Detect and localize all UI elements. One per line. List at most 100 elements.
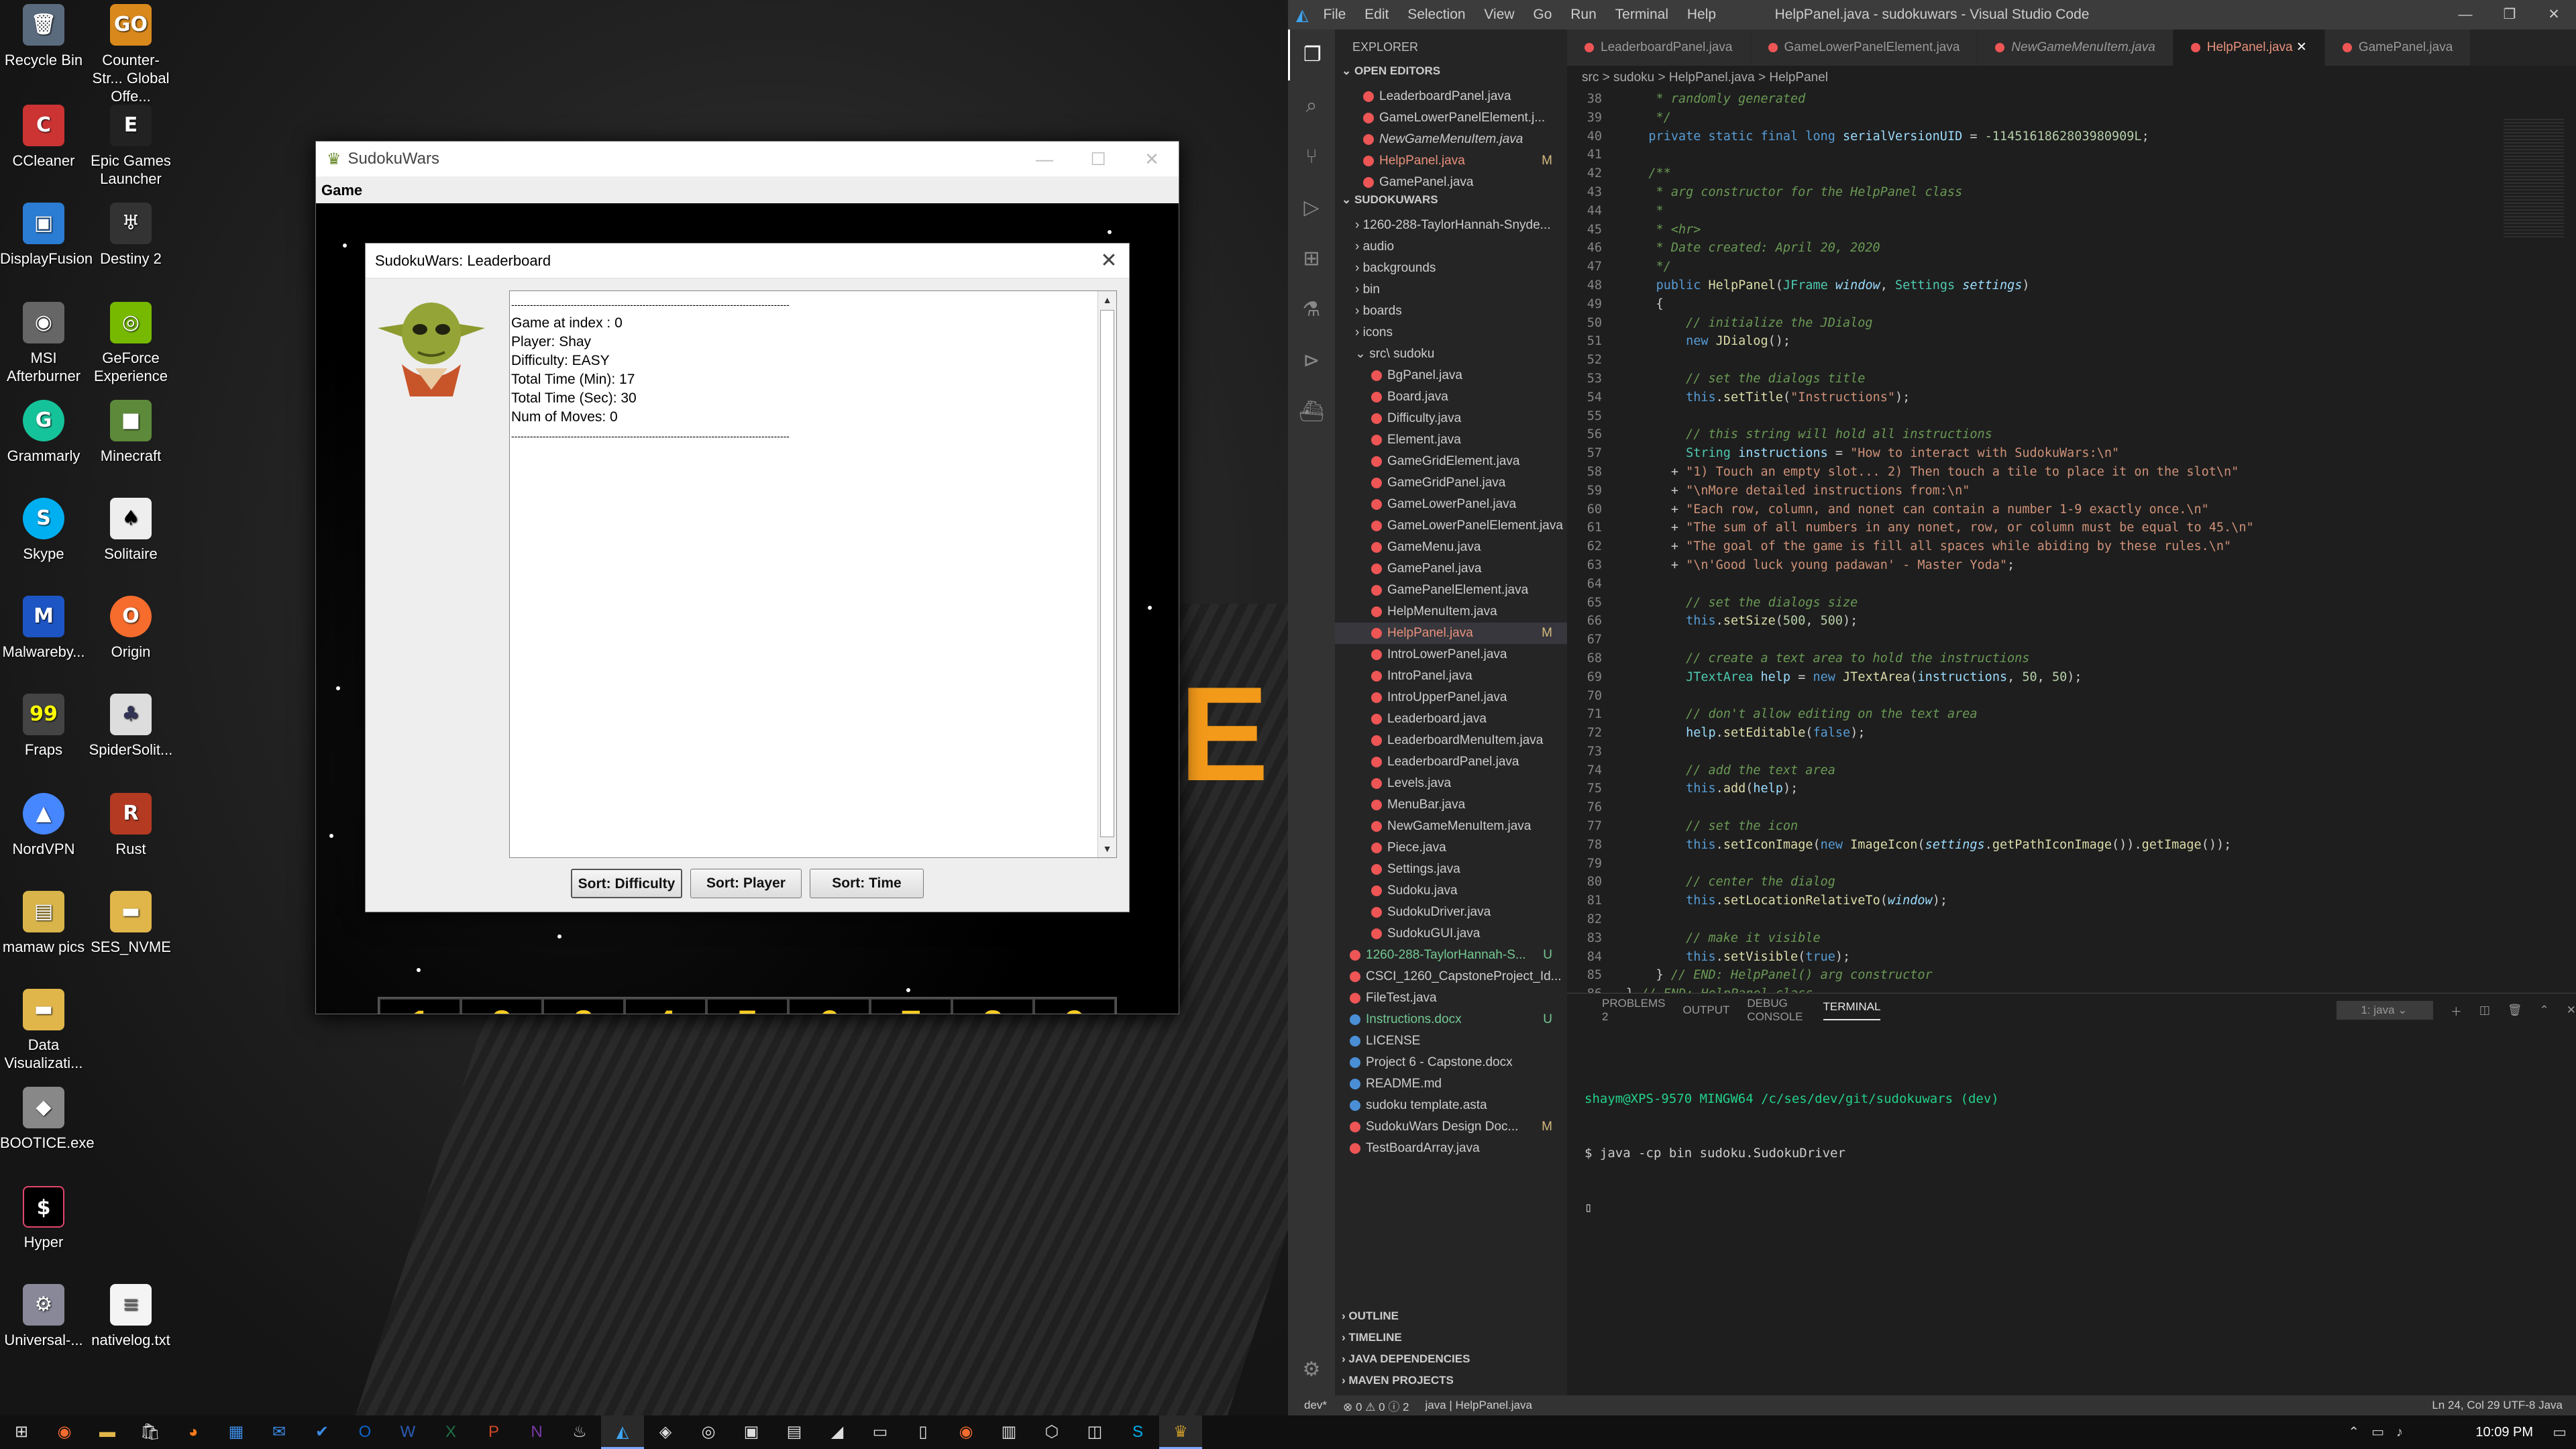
explorer-tree-item[interactable]: LICENSE [1335, 1030, 1567, 1052]
game-window-titlebar[interactable]: ♛ SudokuWars — ☐ ✕ [316, 142, 1179, 176]
explorer-tree-item[interactable]: › 1260-288-TaylorHannah-Snyde... [1335, 215, 1567, 236]
explorer-tree-item[interactable]: Levels.java [1335, 773, 1567, 794]
git-icon[interactable]: ◈ [644, 1415, 687, 1449]
desktop-icon-mamaw-pics[interactable]: ▤ mamaw pics [0, 891, 87, 956]
desktop-icon-data-visualization[interactable]: ▬ Data Visualizati... [0, 989, 87, 1072]
tab-terminal[interactable]: TERMINAL [1823, 1000, 1881, 1020]
explorer-tree-item[interactable]: HelpMenuItem.java [1335, 601, 1567, 623]
skype-taskbar-icon[interactable]: S [1116, 1415, 1159, 1449]
minimap[interactable] [2504, 117, 2564, 237]
close-icon[interactable]: ✕ [2296, 40, 2307, 54]
cursor-position[interactable]: Ln 24, Col 29 UTF-8 Java [2432, 1399, 2563, 1412]
app-icon[interactable]: ⬡ [1030, 1415, 1073, 1449]
explorer-tree-item[interactable]: MenuBar.java [1335, 794, 1567, 816]
explorer-tree-item[interactable]: ⌄ src\ sudoku [1335, 343, 1567, 365]
explorer-tree-item[interactable]: SudokuDriver.java [1335, 902, 1567, 923]
vertical-scrollbar[interactable]: ▲ ▼ [1097, 291, 1116, 857]
extensions-icon[interactable]: ⊞ [1288, 233, 1335, 284]
outline-section[interactable]: › OUTLINE [1335, 1309, 1567, 1331]
file-explorer-icon[interactable]: ▬ [86, 1415, 129, 1449]
split-terminal-icon[interactable]: ◫ [2479, 1004, 2490, 1017]
timeline-section[interactable]: › TIMELINE [1335, 1331, 1567, 1352]
sort-time-button[interactable]: Sort: Time [810, 869, 924, 898]
vscode-taskbar-icon[interactable]: ◭ [601, 1415, 644, 1449]
desktop-icon-spider-solitaire[interactable]: ♣ SpiderSolit... [87, 694, 174, 759]
terminal-icon[interactable]: ▯ [902, 1415, 945, 1449]
explorer-tree-item[interactable]: Element.java [1335, 429, 1567, 451]
desktop-icon-ses-nvme[interactable]: ▬ SES_NVME [87, 891, 174, 956]
explorer-tree-item[interactable]: LeaderboardPanel.java [1335, 751, 1567, 773]
desktop-icon-grammarly[interactable]: G Grammarly [0, 400, 87, 465]
explorer-tree-item[interactable]: IntroUpperPanel.java [1335, 687, 1567, 708]
tab-debug-console[interactable]: DEBUG CONSOLE [1747, 997, 1805, 1024]
desktop-icon-geforce[interactable]: ◎ GeForce Experience [87, 302, 174, 385]
explorer-tree-item[interactable]: Project 6 - Capstone.docx [1335, 1052, 1567, 1073]
open-editor-item[interactable]: GameLowerPanelElement.j... [1335, 107, 1567, 129]
word-icon[interactable]: W [386, 1415, 429, 1449]
maximize-button[interactable]: ☐ [1071, 149, 1125, 170]
menu-go[interactable]: Go [1533, 7, 1552, 22]
desktop-icon-fraps[interactable]: 99 Fraps [0, 694, 87, 759]
java-status[interactable]: java | HelpPanel.java [1426, 1399, 1532, 1412]
explorer-tree-item[interactable]: Leaderboard.java [1335, 708, 1567, 730]
desktop-icon-ccleaner[interactable]: C CCleaner [0, 105, 87, 170]
explorer-tree-item[interactable]: Instructions.docx U [1335, 1009, 1567, 1030]
game-menu[interactable]: Game [321, 182, 362, 199]
desktop-icon-origin[interactable]: O Origin [87, 596, 174, 661]
source-control-icon[interactable]: ⑂ [1288, 131, 1335, 182]
desktop-icon-msi-afterburner[interactable]: ◉ MSI Afterburner [0, 302, 87, 385]
explorer-tree-item[interactable]: GameGridElement.java [1335, 451, 1567, 472]
open-editors-section[interactable]: ⌄ OPEN EDITORS [1335, 64, 1567, 86]
maven-projects-section[interactable]: › MAVEN PROJECTS [1335, 1374, 1567, 1395]
add-terminal-icon[interactable]: ＋ [2451, 1002, 2462, 1019]
desktop-icon-solitaire[interactable]: ♠ Solitaire [87, 498, 174, 563]
explorer-tree-item[interactable]: Board.java [1335, 386, 1567, 408]
chrome-icon[interactable]: ◎ [687, 1415, 730, 1449]
explorer-tree-item[interactable]: SudokuWars Design Doc... M [1335, 1116, 1567, 1138]
tab-newgamemenuitem[interactable]: NewGameMenuItem.java [1978, 30, 2174, 66]
explorer-tree-item[interactable]: CSCI_1260_CapstoneProject_Id... [1335, 966, 1567, 987]
open-editor-item[interactable]: GamePanel.java [1335, 172, 1567, 193]
explorer-tree-item[interactable]: Sudoku.java [1335, 880, 1567, 902]
explorer-tree-item[interactable]: README.md [1335, 1073, 1567, 1095]
trash-icon[interactable]: 🗑 [2508, 1004, 2522, 1017]
explorer-tree-item[interactable]: Difficulty.java [1335, 408, 1567, 429]
testing-icon[interactable]: ⚗ [1288, 284, 1335, 335]
tab-gamepanel[interactable]: GamePanel.java [2324, 30, 2471, 66]
explorer-tree-item[interactable]: › bin [1335, 279, 1567, 301]
docker-icon[interactable]: ⛴ [1288, 386, 1335, 437]
tab-output[interactable]: OUTPUT [1682, 1004, 1729, 1017]
open-editor-item-active[interactable]: HelpPanel.java M [1335, 150, 1567, 172]
git-branch[interactable]: dev* [1304, 1399, 1327, 1412]
explorer-tree-item[interactable]: IntroPanel.java [1335, 665, 1567, 687]
menu-run[interactable]: Run [1570, 7, 1597, 22]
desktop-icon-minecraft[interactable]: ■ Minecraft [87, 400, 174, 465]
java-dependencies-section[interactable]: › JAVA DEPENDENCIES [1335, 1352, 1567, 1374]
settings-gear-icon[interactable]: ⚙ [1288, 1344, 1335, 1395]
app-icon[interactable]: ◫ [1073, 1415, 1116, 1449]
terminal-output[interactable]: shaym@XPS-9570 MINGW64 /c/ses/dev/git/su… [1585, 1054, 1999, 1253]
desktop-icon-destiny-2[interactable]: ♅ Destiny 2 [87, 203, 174, 268]
code-view[interactable]: 38 * randomly generated 39 */ 40 private… [1567, 90, 2506, 1004]
desktop-icon-bootice[interactable]: ◆ BOOTICE.exe [0, 1087, 95, 1152]
minimize-button[interactable]: — [1018, 149, 1071, 170]
number-7[interactable]: 7 [870, 998, 952, 1014]
origin-taskbar-icon[interactable]: ◉ [43, 1415, 86, 1449]
remote-icon[interactable]: ⊳ [1288, 335, 1335, 386]
explorer-tree-item[interactable]: › backgrounds [1335, 258, 1567, 279]
leaderboard-textarea[interactable]: ----------------------------------------… [509, 290, 1117, 858]
start-icon[interactable]: ⊞ [0, 1415, 43, 1449]
scroll-down-arrow-icon[interactable]: ▼ [1098, 840, 1116, 857]
problems-status[interactable]: ⊗ 0 ⚠ 0 ⓘ 2 [1343, 1397, 1409, 1414]
sudokuwars-taskbar-icon[interactable]: ♛ [1159, 1415, 1202, 1449]
explorer-tree-item[interactable]: TestBoardArray.java [1335, 1138, 1567, 1159]
desktop-icon-csgo[interactable]: GO Counter-Str... Global Offe... [87, 4, 174, 105]
excel-icon[interactable]: X [429, 1415, 472, 1449]
number-8[interactable]: 8 [952, 998, 1034, 1014]
vscode-close-button[interactable]: ✕ [2532, 0, 2576, 30]
project-section[interactable]: ⌄ SUDOKUWARS [1335, 193, 1567, 215]
explorer-tree-item[interactable]: 1260-288-TaylorHannah-S... U [1335, 945, 1567, 966]
explorer-tree-item[interactable]: › audio [1335, 236, 1567, 258]
menu-view[interactable]: View [1484, 7, 1514, 22]
run-debug-icon[interactable]: ▷ [1288, 182, 1335, 233]
